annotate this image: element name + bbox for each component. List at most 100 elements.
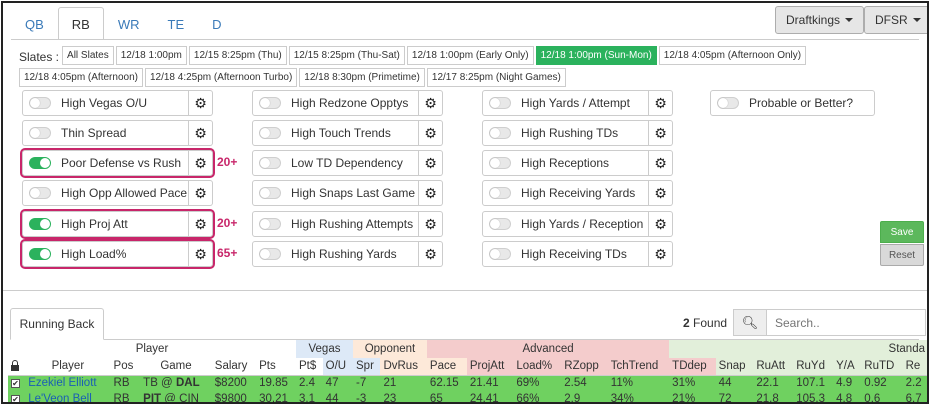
game-opponent: @ CIN xyxy=(164,393,199,404)
filter-label: Low TD Dependency xyxy=(291,156,403,170)
cell: 11% xyxy=(607,375,670,391)
slate-button[interactable]: All Slates xyxy=(62,46,114,65)
gear-icon[interactable]: ⚙ xyxy=(649,90,673,116)
slate-button[interactable]: 12/18 4:05pm (Afternoon Only) xyxy=(658,46,807,65)
row-checkbox[interactable]: ✔ xyxy=(11,379,20,389)
toggle-switch[interactable] xyxy=(489,218,511,230)
gear-icon[interactable]: ⚙ xyxy=(649,180,673,206)
slate-button-active[interactable]: 12/18 1:00pm (Sun-Mon) xyxy=(535,46,657,65)
toggle-switch[interactable] xyxy=(29,127,51,139)
filter-label: High Rushing Attempts xyxy=(291,217,414,231)
tab-running-back[interactable]: Running Back xyxy=(10,308,104,340)
reset-button[interactable]: Reset xyxy=(880,244,924,266)
cell: 30.21 xyxy=(256,391,296,402)
col-header[interactable]: ProjAtt xyxy=(466,358,514,376)
tab-d[interactable]: D xyxy=(198,7,235,40)
col-header[interactable]: RuTD xyxy=(861,358,903,376)
toggle-switch[interactable] xyxy=(489,187,511,199)
search-icon[interactable]: 🔍︎ xyxy=(733,309,767,336)
filter-high-receiving-yards: High Receiving Yards ⚙ xyxy=(482,180,673,206)
slate-button[interactable]: 12/15 8:25pm (Thu) xyxy=(188,46,287,65)
tab-qb[interactable]: QB xyxy=(11,7,58,40)
col-header[interactable]: TchTrend xyxy=(607,358,670,376)
slate-button[interactable]: 12/18 4:05pm (Afternoon) xyxy=(19,68,143,87)
search-input[interactable] xyxy=(766,309,926,336)
gear-icon[interactable]: ⚙ xyxy=(649,211,673,237)
filter-label-box: High Opp Allowed Pace xyxy=(22,180,189,206)
table-row[interactable]: ✔ Le'Veon Bell RB PIT @ CIN $9800 30.21 … xyxy=(8,391,927,404)
col-header[interactable]: Pace xyxy=(426,358,467,376)
player-name-link[interactable]: Ezekiel Elliott xyxy=(25,375,111,391)
col-header[interactable]: Re xyxy=(902,358,927,376)
gear-icon[interactable]: ⚙ xyxy=(189,90,213,116)
tab-rb[interactable]: RB xyxy=(57,7,104,40)
gear-icon[interactable]: ⚙ xyxy=(649,120,673,146)
col-header[interactable]: RZopp xyxy=(561,358,608,376)
col-header[interactable]: RuAtt xyxy=(753,358,794,376)
col-header[interactable]: Load% xyxy=(513,358,562,376)
toggle-switch[interactable] xyxy=(29,187,51,199)
col-header[interactable]: Y/A xyxy=(833,358,862,376)
toggle-switch[interactable] xyxy=(489,248,511,260)
table-row[interactable]: ✔ Ezekiel Elliott RB TB @ DAL $8200 19.8… xyxy=(8,375,927,391)
filter-high-opp-allowed-pace: High Opp Allowed Pace ⚙ xyxy=(22,180,213,206)
col-header[interactable]: Pt$ xyxy=(295,358,323,376)
cell: $9800 xyxy=(211,391,257,402)
toggle-switch[interactable] xyxy=(259,97,281,109)
toggle-switch[interactable] xyxy=(259,187,281,199)
player-name-link[interactable]: Le'Veon Bell xyxy=(25,391,111,402)
gear-icon[interactable]: ⚙ xyxy=(189,180,213,206)
gear-icon[interactable]: ⚙ xyxy=(649,241,673,267)
col-header[interactable]: Snap xyxy=(715,358,754,376)
gear-icon[interactable]: ⚙ xyxy=(419,120,443,146)
gear-icon[interactable]: ⚙ xyxy=(419,180,443,206)
gear-icon[interactable]: ⚙ xyxy=(419,241,443,267)
lock-icon-cell xyxy=(8,358,26,376)
col-header[interactable]: TDdep xyxy=(669,358,716,376)
slate-button[interactable]: 12/17 8:25pm (Night Games) xyxy=(426,68,566,87)
toggle-switch[interactable] xyxy=(259,157,281,169)
toggle-switch[interactable] xyxy=(259,248,281,260)
cell: -3 xyxy=(353,391,381,402)
toggle-switch[interactable] xyxy=(489,127,511,139)
site-dropdown[interactable]: Draftkings xyxy=(775,6,865,34)
toggle-switch[interactable] xyxy=(489,97,511,109)
col-header[interactable]: Pos xyxy=(110,358,141,376)
col-header[interactable]: RuYd xyxy=(793,358,834,376)
tab-te[interactable]: TE xyxy=(154,7,199,40)
cell: 21.41 xyxy=(466,375,514,391)
row-checkbox[interactable]: ✔ xyxy=(11,395,20,402)
col-header[interactable]: Game xyxy=(140,358,212,376)
found-count: 2 Found xyxy=(683,316,727,330)
gear-icon[interactable]: ⚙ xyxy=(419,150,443,176)
toggle-switch[interactable] xyxy=(717,97,739,109)
cell: 69% xyxy=(513,375,562,391)
col-header[interactable]: O/U xyxy=(322,358,354,376)
slate-button[interactable]: 12/18 4:25pm (Afternoon Turbo) xyxy=(144,68,298,87)
toggle-switch[interactable] xyxy=(259,127,281,139)
col-header[interactable]: Salary xyxy=(211,358,257,376)
cell: 44 xyxy=(715,375,754,391)
toggle-switch[interactable] xyxy=(259,218,281,230)
gear-icon[interactable]: ⚙ xyxy=(189,120,213,146)
gear-icon[interactable]: ⚙ xyxy=(419,211,443,237)
slate-button[interactable]: 12/15 8:25pm (Thu-Sat) xyxy=(288,46,405,65)
col-header[interactable]: Player xyxy=(25,358,111,376)
slate-button[interactable]: 12/18 1:00pm xyxy=(115,46,187,65)
save-button[interactable]: Save xyxy=(880,221,924,243)
slate-button[interactable]: 12/18 1:00pm (Early Only) xyxy=(406,46,534,65)
col-header[interactable]: Spr xyxy=(353,358,381,376)
gear-icon[interactable]: ⚙ xyxy=(419,90,443,116)
col-header[interactable]: DvRus xyxy=(380,358,427,376)
toggle-switch[interactable] xyxy=(489,157,511,169)
cell: 105.3 xyxy=(793,391,834,402)
gear-icon[interactable]: ⚙ xyxy=(649,150,673,176)
tab-wr[interactable]: WR xyxy=(104,7,154,40)
cell: 0.92 xyxy=(861,375,903,391)
source-dropdown[interactable]: DFSR xyxy=(864,6,927,34)
col-header[interactable]: Pts xyxy=(256,358,296,376)
toggle-switch[interactable] xyxy=(29,97,51,109)
filter-label: High Opp Allowed Pace xyxy=(61,186,188,200)
section-divider xyxy=(3,290,927,291)
slate-button[interactable]: 12/18 8:30pm (Primetime) xyxy=(299,68,425,87)
